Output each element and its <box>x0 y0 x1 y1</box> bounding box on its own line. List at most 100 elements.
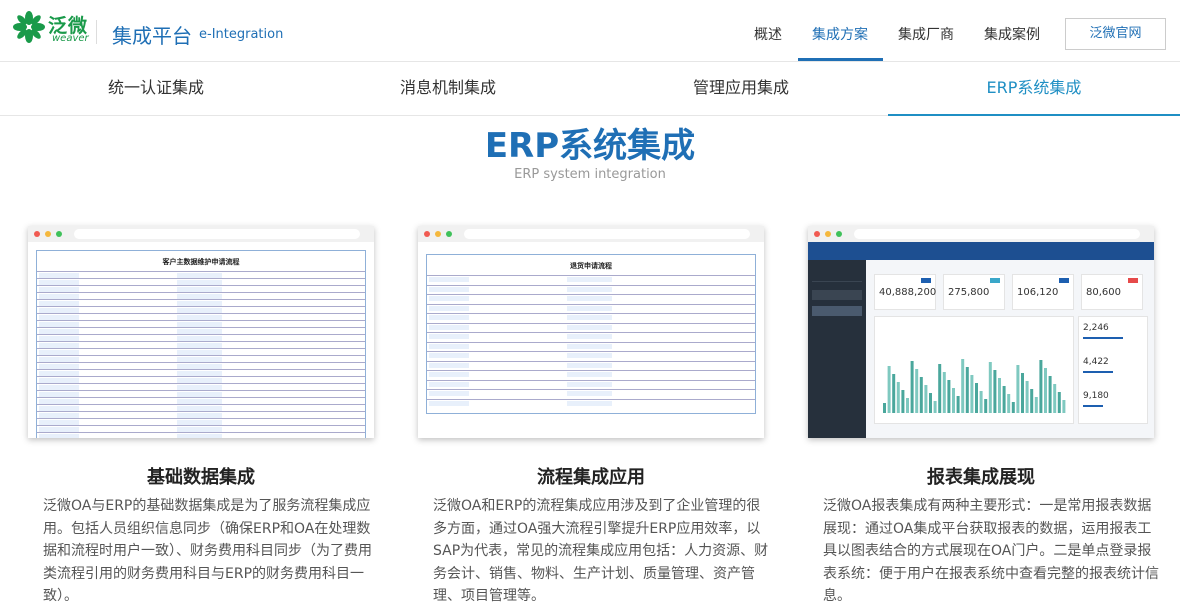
form-row-line <box>37 327 365 328</box>
form-label-cell <box>567 362 612 368</box>
card-text-workflow: 泛微OA和ERP的流程集成应用涉及到了企业管理的很多方面，通过OA强大流程引擎提… <box>433 498 769 604</box>
form-row-line <box>427 275 755 276</box>
sidebar-item <box>812 290 862 300</box>
mini-chart-bar <box>1016 365 1020 413</box>
form-label-cell <box>567 334 612 339</box>
mini-bar-chart <box>874 316 1074 424</box>
nav-solutions[interactable]: 集成方案 <box>812 24 868 44</box>
kpi-value: 275,800 <box>948 287 990 298</box>
form-label-cell <box>567 400 612 406</box>
kpi-card: 275,800 <box>943 274 1005 310</box>
form-row-line <box>37 383 365 384</box>
form-label-cell <box>567 391 612 396</box>
mini-chart-bar <box>1034 397 1038 413</box>
form-label-cell <box>429 305 469 311</box>
summary-bar <box>1083 337 1123 339</box>
mini-chart-bar <box>901 390 905 413</box>
report-app-header <box>808 242 1154 260</box>
mini-chart-bar <box>938 364 942 413</box>
form-row-line <box>37 271 365 272</box>
form-row-line <box>37 369 365 370</box>
form-label-cell <box>429 286 469 292</box>
form-label-cell <box>567 381 612 387</box>
form-row-line <box>37 292 365 293</box>
mini-chart-bar <box>1021 373 1024 413</box>
form-row-line <box>37 306 365 307</box>
form-row-line <box>37 285 365 286</box>
nav-vendors[interactable]: 集成厂商 <box>898 24 954 44</box>
official-site-button[interactable]: 泛微官网 <box>1065 18 1166 50</box>
mini-chart-bar <box>1002 386 1006 413</box>
form-row-line <box>37 348 365 349</box>
form-row-line <box>37 299 365 300</box>
mini-chart-bar <box>979 391 983 413</box>
form-row-line <box>427 351 755 352</box>
summary-bar <box>1083 405 1103 407</box>
nav-active-underline <box>798 58 883 61</box>
mini-chart-bar <box>970 375 974 413</box>
weaver-logo[interactable]: 泛微 weaver <box>12 8 100 48</box>
form-row-line <box>427 313 755 314</box>
sidebar-item <box>812 272 862 282</box>
form-label-cell <box>429 324 469 330</box>
kpi-tag <box>1059 278 1069 283</box>
sub-tabs: 统一认证集成 消息机制集成 管理应用集成 ERP系统集成 <box>0 62 1180 116</box>
form-row-line <box>37 278 365 279</box>
form-row-line <box>37 432 365 433</box>
url-bar <box>464 229 750 239</box>
form-row-line <box>37 411 365 412</box>
nav-cases[interactable]: 集成案例 <box>984 24 1040 44</box>
kpi-card: 106,120 <box>1012 274 1074 310</box>
mini-chart-bar <box>961 359 965 413</box>
form-label-cell <box>429 277 469 282</box>
form-label-cell <box>567 324 612 330</box>
form-row-line <box>427 341 755 343</box>
form-document: 客户主数据维护申请流程 <box>36 250 366 438</box>
mini-chart-bar <box>1062 400 1066 413</box>
card-text-report: 泛微OA报表集成有两种主要形式：一是常用报表数据展现：通过OA集成平台获取报表的… <box>823 498 1159 604</box>
mini-chart-bar <box>1030 389 1034 413</box>
mini-chart-bar <box>988 362 992 413</box>
mini-chart-bar <box>942 372 946 413</box>
form-label-cell <box>429 400 469 406</box>
minimize-dot-icon <box>435 231 441 237</box>
mini-chart-bar <box>1039 360 1043 413</box>
browser-bar <box>418 226 764 242</box>
mini-chart-bar <box>924 385 928 413</box>
tab-messaging[interactable]: 消息机制集成 <box>302 62 594 116</box>
summary-number: 9,180 <box>1083 391 1109 401</box>
tab-unified-auth[interactable]: 统一认证集成 <box>10 62 302 116</box>
form-row-line <box>37 376 365 377</box>
mini-chart-bar <box>1057 392 1061 413</box>
form-row-line <box>37 418 365 419</box>
mini-chart-bar <box>1053 384 1057 413</box>
form-label-cell <box>429 334 469 339</box>
section-subtitle: ERP system integration <box>514 167 666 182</box>
nav-overview[interactable]: 概述 <box>754 24 782 44</box>
mini-chart-bar <box>952 388 955 413</box>
form-row-line <box>427 332 755 333</box>
report-app-sidebar <box>808 260 866 438</box>
form-row-line <box>427 284 755 286</box>
form-label-cell <box>429 315 469 320</box>
form-label-cell <box>567 353 612 358</box>
tab-erp[interactable]: ERP系统集成 <box>888 62 1180 116</box>
kpi-tag <box>1128 278 1138 283</box>
mini-chart-bar <box>1048 376 1052 413</box>
kpi-value: 40,888,200 <box>879 287 937 298</box>
summary-number: 4,422 <box>1083 357 1109 367</box>
tab-management-apps[interactable]: 管理应用集成 <box>595 62 887 116</box>
mini-chart-bar <box>1025 381 1029 413</box>
mini-chart-bar <box>883 403 886 413</box>
close-dot-icon <box>34 231 40 237</box>
summary-number: 2,246 <box>1083 323 1109 333</box>
form-title: 退货申请流程 <box>570 262 612 270</box>
maximize-dot-icon <box>836 231 842 237</box>
minimize-dot-icon <box>825 231 831 237</box>
mini-chart-bar <box>887 366 891 413</box>
mini-chart-bar <box>965 367 969 413</box>
mini-chart-bar <box>929 393 932 413</box>
logo-text-en: weaver <box>52 33 89 44</box>
maximize-dot-icon <box>446 231 452 237</box>
form-row-line <box>37 355 365 356</box>
